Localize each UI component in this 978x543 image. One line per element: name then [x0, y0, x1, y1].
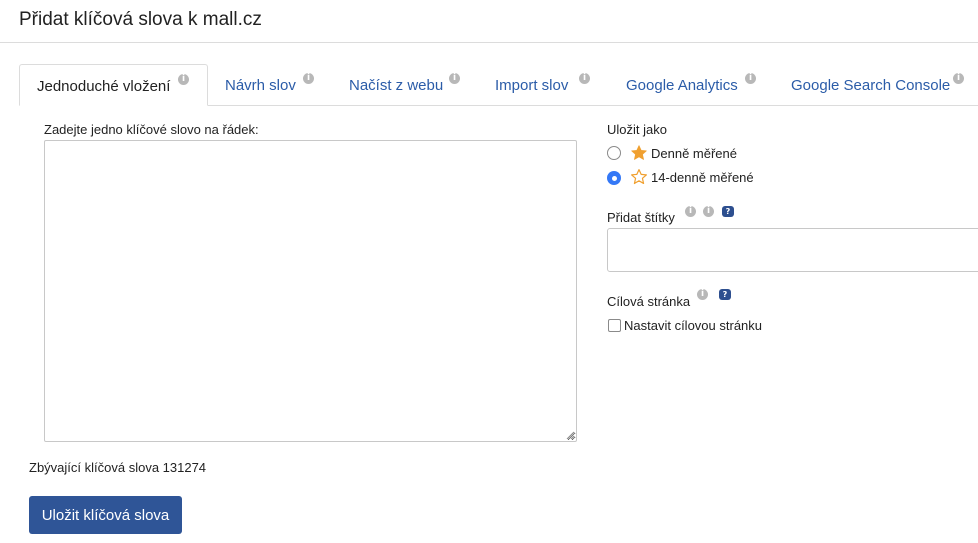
info-icon[interactable]: i [703, 206, 714, 217]
set-target-page-checkbox[interactable] [608, 319, 621, 332]
tags-label: Přidat štítky [607, 210, 675, 225]
radio-daily-label: Denně měřené [651, 146, 737, 161]
page-header: Přidat klíčová slova k mall.cz [0, 0, 978, 43]
info-icon[interactable]: i [449, 73, 460, 84]
radio-daily[interactable] [607, 146, 621, 160]
radio-14-day[interactable] [607, 171, 621, 185]
info-icon[interactable]: i [685, 206, 696, 217]
info-icon[interactable]: i [178, 74, 189, 85]
resize-grip-icon[interactable] [566, 431, 575, 440]
tab-google-search-console[interactable]: Google Search Console i [775, 64, 978, 106]
tab-label: Návrh slov [225, 77, 296, 94]
tab-label: Google Search Console [791, 77, 951, 94]
star-outline-icon [631, 169, 647, 185]
tab-google-analytics[interactable]: Google Analytics i [610, 64, 760, 106]
info-icon[interactable]: i [579, 73, 590, 84]
tab-load-from-web[interactable]: Načíst z webu i [333, 64, 466, 106]
info-icon[interactable]: i [953, 73, 964, 84]
info-icon[interactable]: i [745, 73, 756, 84]
remaining-keywords-count: Zbývající klíčová slova 131274 [29, 460, 207, 475]
set-target-page-label: Nastavit cílovou stránku [624, 318, 763, 333]
star-filled-icon [631, 145, 647, 160]
page-title: Přidat klíčová slova k mall.cz [19, 9, 262, 30]
tab-label: Jednoduché vložení [37, 78, 171, 95]
tab-label: Google Analytics [626, 77, 738, 94]
tags-input[interactable] [607, 228, 978, 272]
save-keywords-button[interactable]: Uložit klíčová slova [29, 496, 182, 534]
keywords-textarea[interactable] [44, 140, 577, 442]
tab-word-suggestions[interactable]: Návrh slov i [208, 64, 325, 106]
save-as-label: Uložit jako [607, 122, 667, 137]
tab-label: Import slov [495, 77, 569, 94]
target-page-label: Cílová stránka [607, 294, 691, 309]
info-icon[interactable]: i [303, 73, 314, 84]
tab-bar: Jednoduché vložení i Návrh slov i Načíst… [19, 64, 978, 106]
radio-14-day-label: 14-denně měřené [651, 170, 754, 185]
tab-label: Načíst z webu [349, 77, 444, 94]
info-icon[interactable]: i [697, 289, 708, 300]
help-icon[interactable]: ? [722, 206, 734, 217]
keywords-label: Zadejte jedno klíčové slovo na řádek: [44, 122, 259, 137]
tab-import-words[interactable]: Import slov i [479, 64, 599, 106]
page: Přidat klíčová slova k mall.cz Jednoduch… [0, 0, 978, 543]
help-icon[interactable]: ? [719, 289, 731, 300]
tab-simple-insert[interactable]: Jednoduché vložení i [19, 64, 208, 106]
